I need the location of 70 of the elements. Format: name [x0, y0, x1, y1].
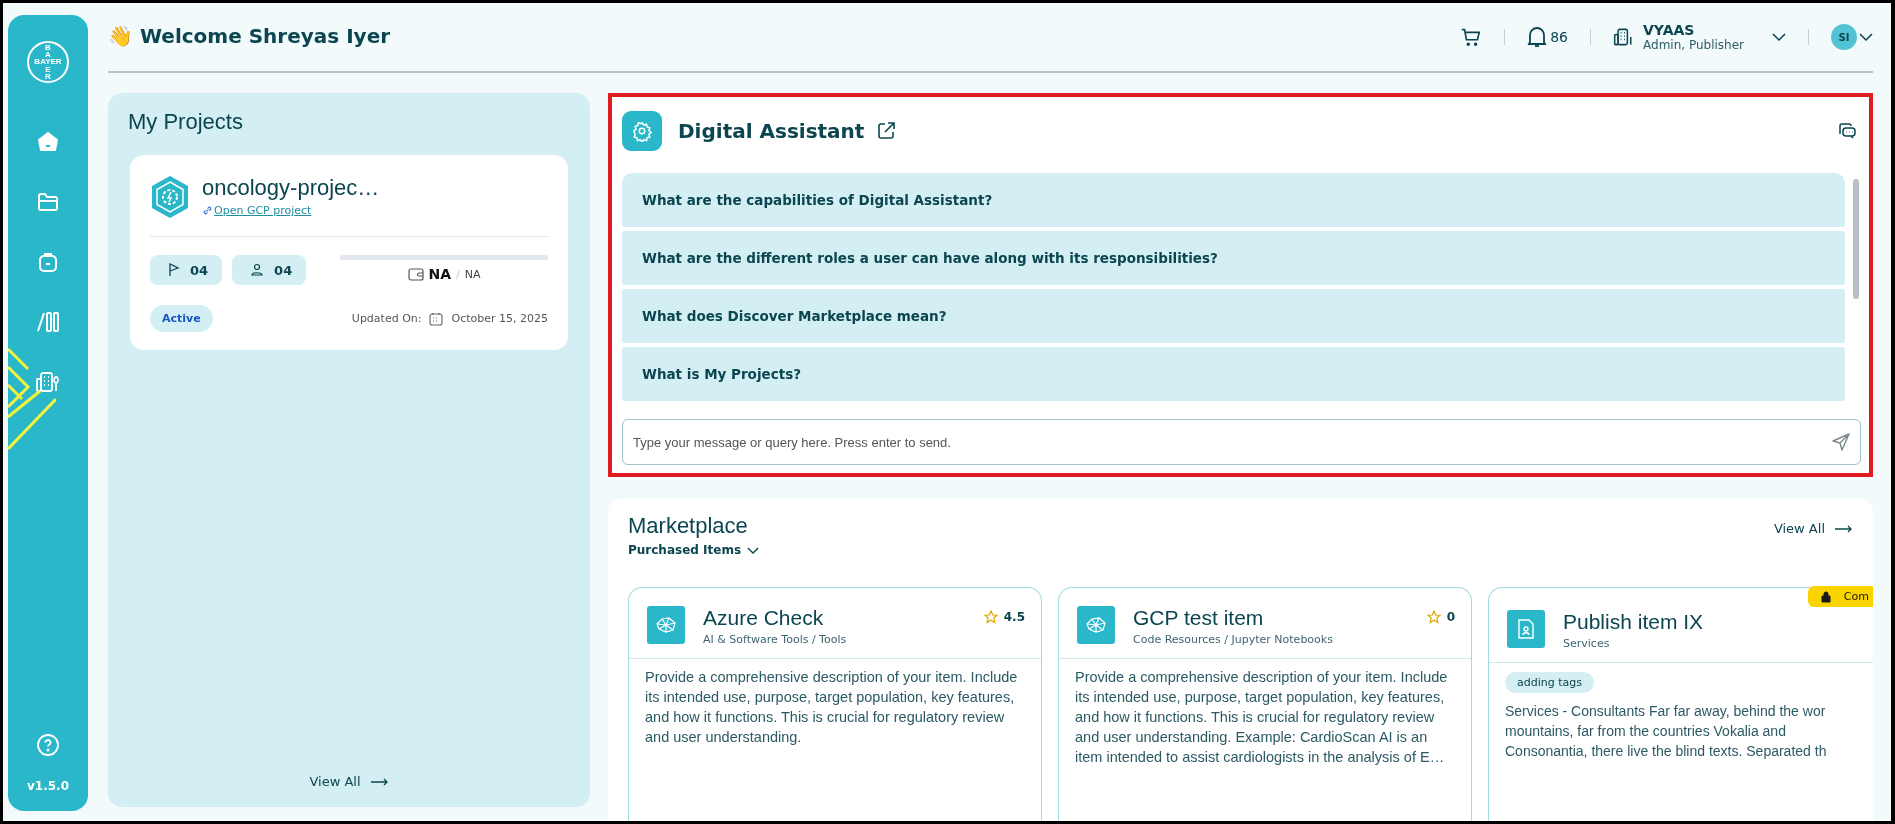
logo-text: BAYER: [34, 58, 62, 66]
updated-label: Updated On:: [351, 312, 422, 325]
panel-title: Marketplace: [628, 513, 749, 539]
item-title: Publish item IX: [1563, 610, 1705, 634]
cart-icon[interactable]: [1460, 26, 1483, 48]
user-avatar[interactable]: SI: [1831, 24, 1857, 50]
wallet-icon: [407, 267, 424, 281]
milestones-chip: 04: [150, 255, 223, 285]
members-chip: 04: [232, 255, 307, 285]
person-icon: [250, 263, 265, 277]
item-description: Provide a comprehensive description of your item. Include its intended use, purpose, target population, key features, and how it functions. This is crucial for regulatory review and user understanding.: [645, 668, 1019, 747]
star-icon: [1426, 610, 1441, 624]
gear-icon: [622, 111, 662, 151]
status-badge: Active: [150, 305, 213, 332]
hexagon-gear-icon: [150, 175, 190, 219]
view-all-link[interactable]: View All: [309, 774, 389, 789]
bell-icon[interactable]: [1527, 26, 1548, 48]
marketplace-card[interactable]: [628, 587, 1042, 821]
arrow-right-icon: [1835, 524, 1853, 533]
organization-roles: Admin, Publisher: [1643, 38, 1744, 52]
send-icon[interactable]: [1831, 432, 1851, 452]
rating-value: 4.5: [1003, 610, 1025, 624]
document-icon: [1507, 610, 1545, 648]
tag-chip: adding tags: [1505, 672, 1594, 693]
budget-total: NA: [464, 267, 481, 281]
item-title: GCP test item: [1133, 606, 1265, 630]
suggested-question[interactable]: What are the capabilities of Digital Assistant?: [622, 173, 1845, 227]
item-title: Azure Check: [703, 606, 825, 630]
item-category: Services: [1563, 637, 1611, 650]
logo-text: ER: [44, 66, 52, 80]
budget-separator: /: [456, 267, 460, 281]
network-icon: [647, 606, 685, 644]
item-category: AI & Software Tools / Tools: [703, 633, 848, 646]
chevron-down-icon: [747, 546, 760, 554]
panel-title: My Projects: [128, 109, 244, 135]
item-description: Provide a comprehensive description of your item. Include its intended use, purpose, target population, key features, and how it functions. This is crucial for regulatory review and user understanding. Example: CardioScan AI is an item intended to assist cardiologists in the analysis of E…: [1075, 668, 1449, 767]
rating-value: 0: [1446, 610, 1455, 624]
budget-used: NA: [428, 266, 452, 282]
suggested-question[interactable]: What does Discover Marketplace mean?: [622, 289, 1845, 343]
network-icon: [1077, 606, 1115, 644]
message-input[interactable]: Type your message or query here. Press enter to send.: [622, 419, 1861, 465]
lock-icon: [1819, 590, 1832, 603]
suggested-question[interactable]: What are the different roles a user can have along with its responsibilities?: [622, 231, 1845, 285]
link-icon: [202, 205, 213, 216]
version-label: v1.5.0: [27, 779, 69, 793]
calendar-icon: [429, 311, 444, 326]
logo-text: BA: [44, 44, 52, 58]
filter-dropdown[interactable]: Purchased Items: [628, 539, 760, 557]
arrow-right-icon: [370, 777, 389, 786]
item-description: Services - Consultants Far far away, behind the wor mountains, far from the countries Vokalia and Consonantia, there live the blind texts. Separated th: [1505, 702, 1828, 761]
item-category: Code Resources / Jupyter Notebooks: [1133, 633, 1334, 646]
notification-count: 86: [1550, 29, 1569, 45]
marketplace-card[interactable]: Com Publish item IX Services adding tags Services - Consultants Far far away, behind the wor mountains, far from the countries Vokalia and Consonantia, there live the blind texts. Separated th: [1488, 587, 1873, 821]
flag-icon: [168, 263, 180, 277]
chevron-down-icon[interactable]: [1772, 33, 1786, 41]
chat-icon[interactable]: [1837, 122, 1857, 140]
external-link-icon[interactable]: [876, 121, 897, 141]
welcome-title: 👋 Welcome Shreyas Iyer: [108, 24, 391, 48]
chevron-down-icon[interactable]: [1859, 33, 1873, 41]
marketplace-card[interactable]: [1058, 587, 1472, 821]
project-name: oncology-projec…: [202, 175, 380, 201]
organization-name: VYAAS: [1643, 22, 1696, 38]
corner-badge: Com: [1807, 586, 1873, 607]
open-project-link[interactable]: Open GCP project: [202, 204, 312, 217]
project-card[interactable]: oncology-projec… Open GCP project 04 04 NA / NA Active Updated On: October 15, 2025: [130, 155, 568, 350]
star-icon: [983, 610, 998, 624]
assistant-title: Digital Assistant: [678, 119, 865, 143]
suggested-question[interactable]: What is My Projects?: [622, 347, 1845, 401]
view-all-link[interactable]: View All: [1773, 521, 1853, 536]
updated-date: October 15, 2025: [451, 312, 548, 325]
